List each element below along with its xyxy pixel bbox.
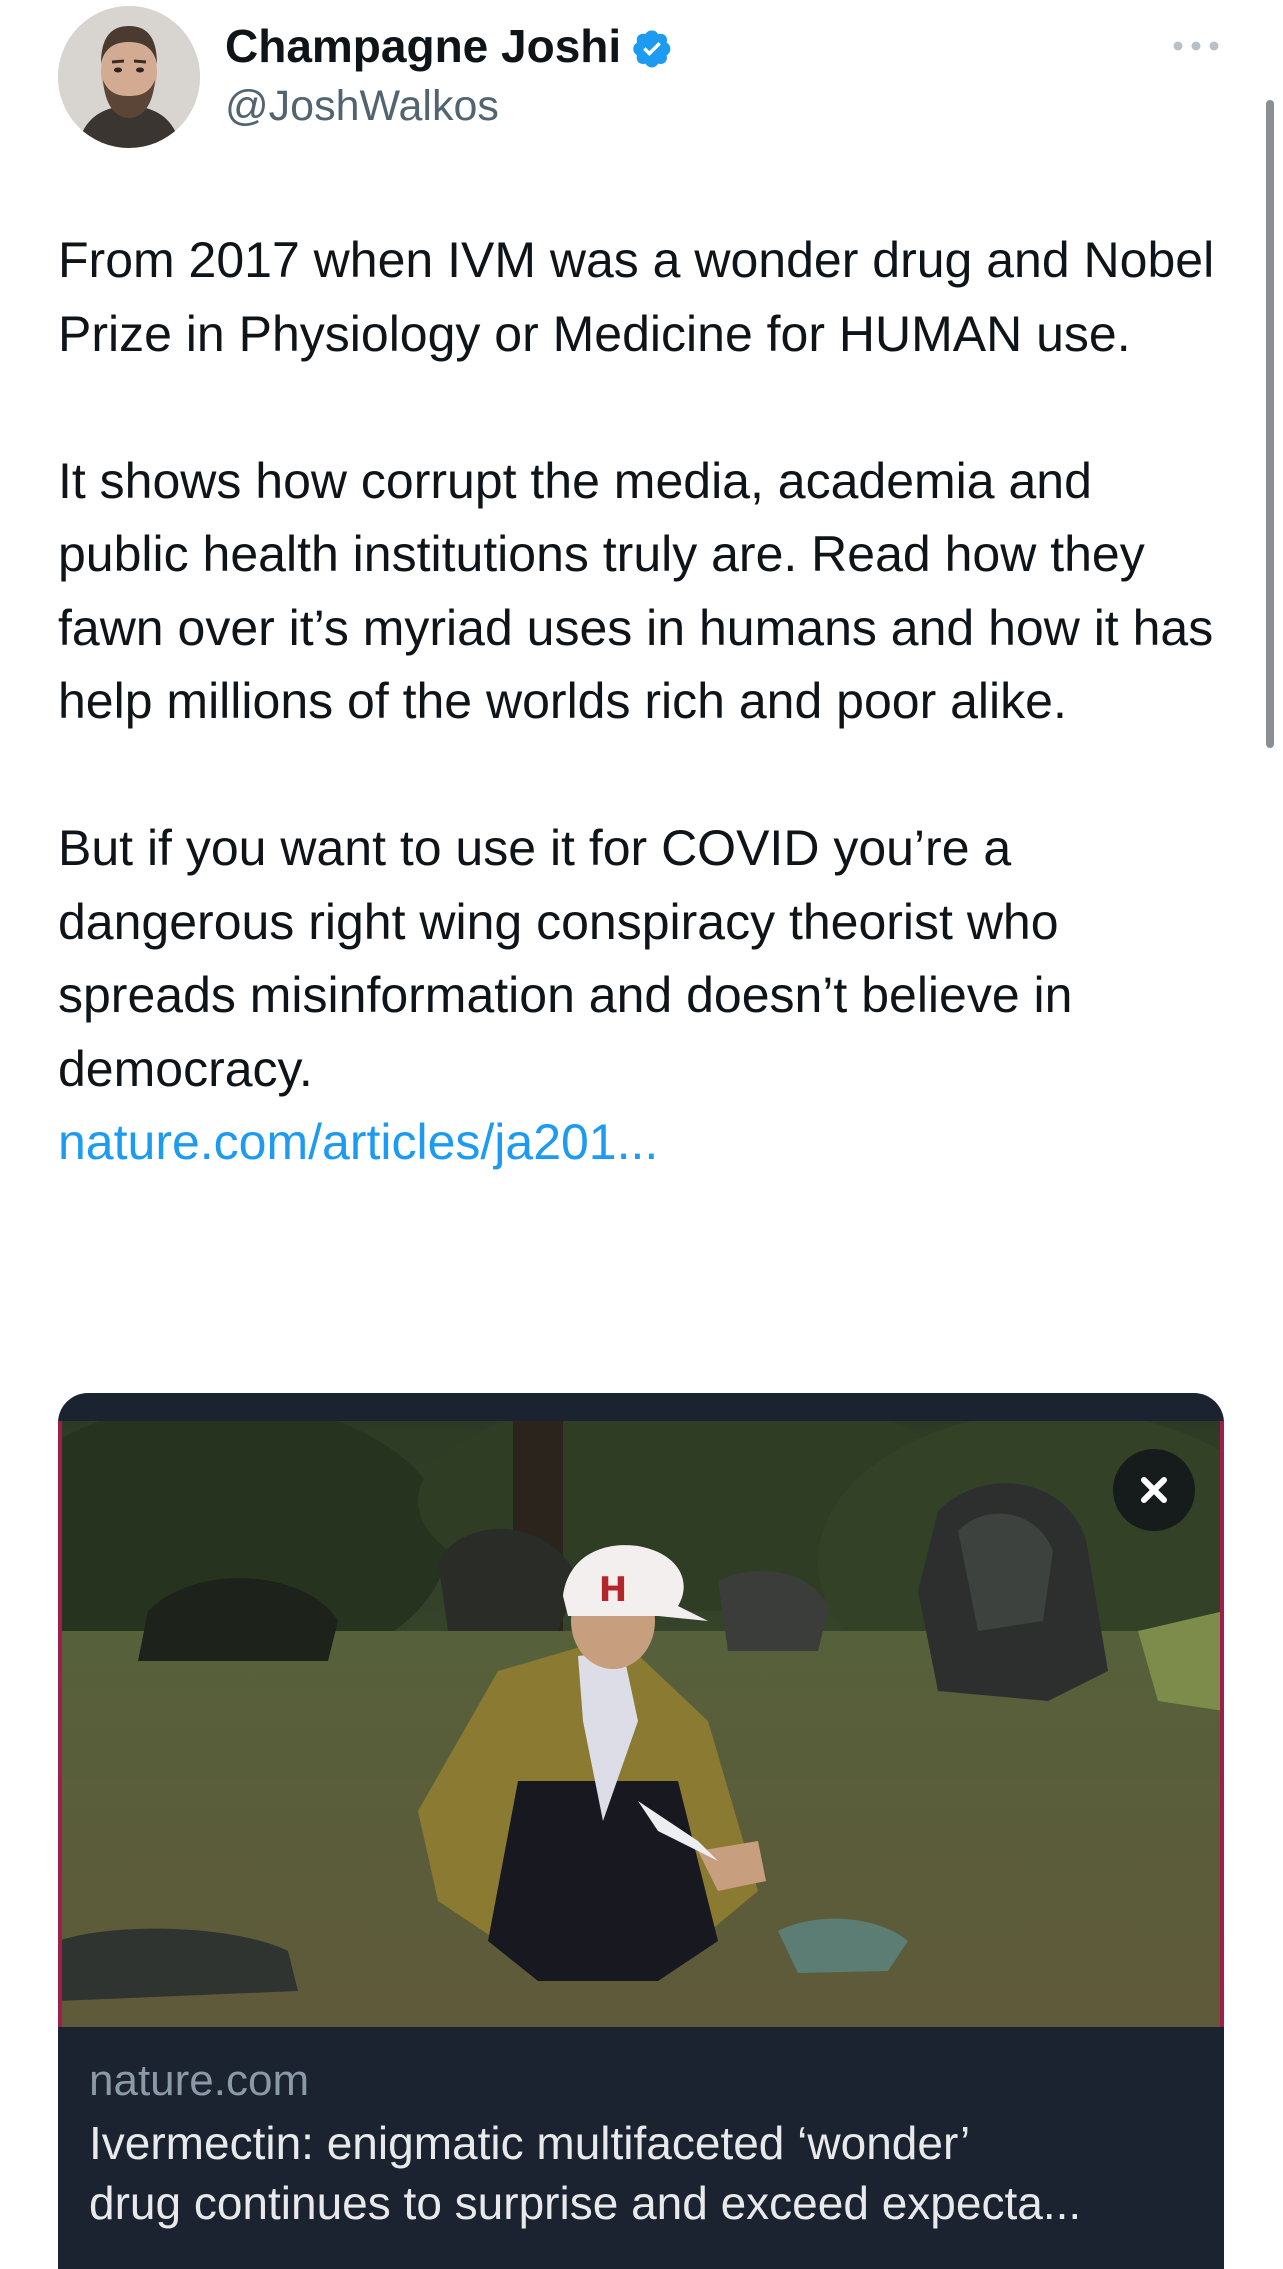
card-domain[interactable]: nature.com [89,2053,309,2109]
author-handle[interactable]: @JoshWalkos [225,78,499,134]
tweet-paragraph-2: It shows how corrupt the media, academia… [58,452,1214,730]
svg-text:H: H [599,1570,627,1610]
man-crouching-on-grass-photo: H [58,1421,1224,2027]
more-dots-icon[interactable] [1170,34,1222,58]
verified-badge-icon [631,25,673,68]
card-title-line-2: drug continues to surprise and exceed ex… [89,2177,1082,2229]
author-display-name[interactable]: Champagne Joshi [225,18,621,74]
close-x-icon [1141,1477,1167,1503]
link-preview-card[interactable]: H nature.com Ivermectin: enigmatic multi… [58,1393,1224,2269]
author-avatar[interactable] [58,6,200,148]
card-title-line-1: Ivermectin: enigmatic multifaceted ‘wond… [89,2117,971,2169]
author-display-name-row[interactable]: Champagne Joshi [225,18,673,74]
tweet-text: From 2017 when IVM was a wonder drug and… [58,224,1218,1180]
close-card-button[interactable] [1113,1449,1195,1531]
card-title[interactable]: Ivermectin: enigmatic multifaceted ‘wond… [89,2113,1199,2233]
tweet-paragraph-1: From 2017 when IVM was a wonder drug and… [58,232,1215,362]
bearded-man-portrait [58,6,200,148]
scrollbar[interactable] [1266,100,1274,748]
article-link[interactable]: nature.com/articles/ja201... [58,1106,1218,1180]
tweet-paragraph-3: But if you want to use it for COVID you’… [58,820,1073,1097]
